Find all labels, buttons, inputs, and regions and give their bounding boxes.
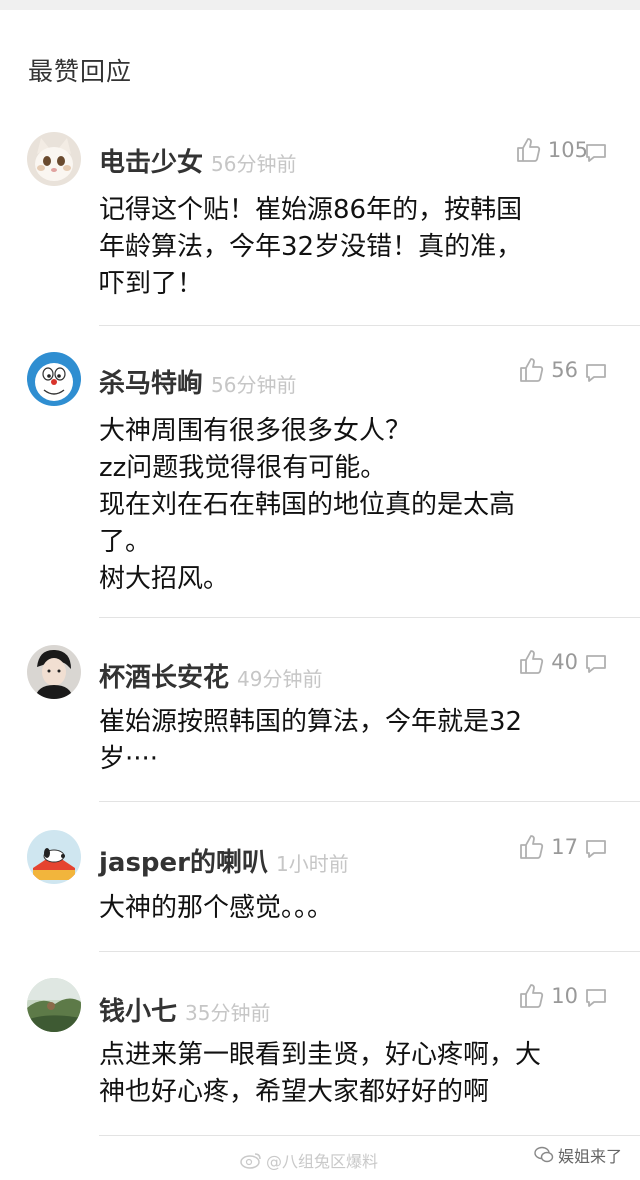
timestamp: 56分钟前: [211, 152, 297, 176]
like-count: 40: [551, 650, 578, 674]
divider: [99, 801, 640, 802]
reply-icon[interactable]: [584, 987, 608, 1009]
divider: [99, 951, 640, 952]
brand-text: 娱姐来了: [557, 1147, 622, 1166]
username-text: 杯酒长安花: [99, 663, 230, 693]
cat-avatar[interactable]: [27, 132, 81, 186]
username-text: 钱小七: [99, 997, 178, 1027]
username-text: 杀马特峋: [99, 369, 204, 399]
timestamp: 1小时前: [276, 852, 349, 876]
username[interactable]: 电击少女 56分钟前: [99, 142, 296, 179]
comment-text: 大神周围有很多很多女人？ zz问题我觉得很有可能。 现在刘在石在韩国的地位真的是…: [99, 416, 516, 594]
thumbs-up-icon: [517, 138, 541, 162]
thumbs-up-icon: [520, 650, 544, 674]
top-bar: [0, 0, 640, 10]
timestamp: 56分钟前: [211, 373, 297, 397]
like-button[interactable]: 56: [517, 356, 578, 384]
portrait-avatar[interactable]: [27, 645, 81, 699]
username[interactable]: 杯酒长安花 49分钟前: [99, 657, 322, 694]
username[interactable]: jasper的喇叭 1小时前: [99, 842, 349, 879]
reply-icon[interactable]: [584, 362, 608, 384]
section-title: 最赞回应: [28, 57, 133, 86]
reply-icon[interactable]: [584, 653, 608, 675]
weibo-watermark: @八组兔区爆料: [240, 1148, 378, 1172]
like-button[interactable]: 10: [517, 982, 578, 1010]
snoopy-avatar[interactable]: [27, 830, 81, 884]
divider: [99, 617, 640, 618]
weibo-icon: [240, 1153, 261, 1169]
comment-text: 记得这个贴！崔始源86年的，按韩国 年龄算法，今年32岁没错！真的准， 吓到了！: [99, 195, 523, 299]
comment-text: 大神的那个感觉。。。: [99, 893, 334, 923]
landscape-avatar[interactable]: [27, 978, 81, 1032]
brand-badge: 娱姐来了: [534, 1143, 622, 1167]
like-count: 17: [551, 835, 578, 859]
divider: [99, 325, 640, 326]
timestamp: 49分钟前: [237, 667, 323, 691]
reply-icon[interactable]: [584, 838, 608, 860]
comment-text: 崔始源按照韩国的算法，今年就是32 岁····: [99, 707, 523, 774]
username[interactable]: 杀马特峋 56分钟前: [99, 363, 296, 400]
like-count: 10: [551, 984, 578, 1008]
username[interactable]: 钱小七 35分钟前: [99, 991, 270, 1028]
thumbs-up-icon: [520, 835, 544, 859]
username-text: jasper的喇叭: [99, 848, 269, 878]
watermark-text: @八组兔区爆料: [266, 1152, 379, 1171]
thumbs-up-icon: [520, 984, 544, 1008]
like-button[interactable]: 105: [514, 136, 588, 164]
divider: [99, 1135, 640, 1136]
comment-text: 点进来第一眼看到圭贤，好心疼啊，大 神也好心疼，希望大家都好好的啊: [99, 1040, 542, 1107]
like-count: 105: [547, 138, 588, 162]
doraemon-avatar[interactable]: [27, 352, 81, 406]
thumbs-up-icon: [520, 358, 544, 382]
timestamp: 35分钟前: [185, 1001, 271, 1025]
username-text: 电击少女: [99, 148, 204, 178]
like-count: 56: [551, 358, 578, 382]
like-button[interactable]: 40: [517, 648, 578, 676]
like-button[interactable]: 17: [517, 833, 578, 861]
reply-icon[interactable]: [584, 142, 608, 164]
wechat-icon: [534, 1146, 554, 1163]
